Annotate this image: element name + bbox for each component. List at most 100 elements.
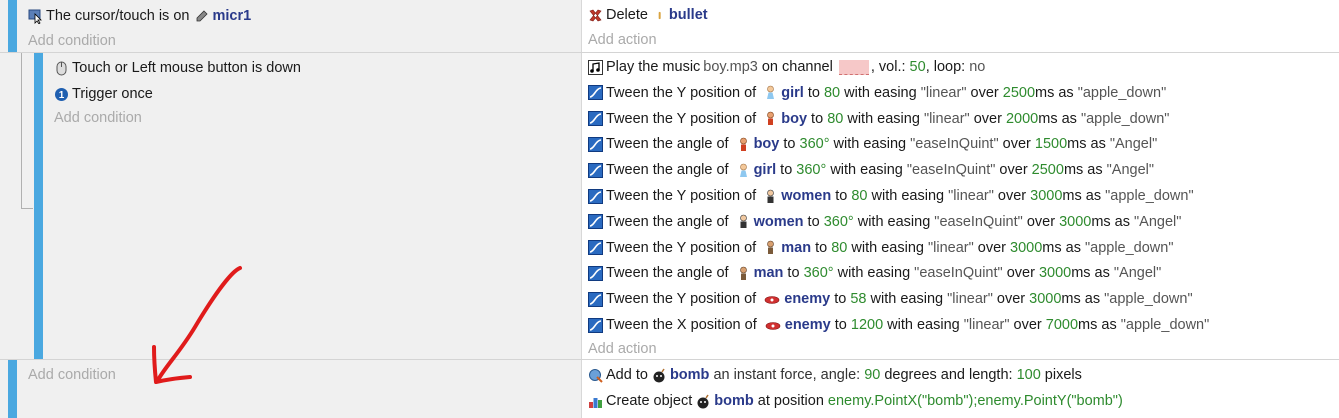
action-text: to: [830, 317, 851, 333]
action-text: over: [992, 291, 1030, 308]
action-tween[interactable]: Tween the angle of man to 360° with easi…: [582, 260, 1339, 286]
action-text: with easing: [826, 162, 907, 179]
action-tween[interactable]: Tween the Y position of man to 80 with e…: [582, 235, 1339, 261]
channel-placeholder[interactable]: [838, 59, 869, 75]
event-3-bar[interactable]: [8, 360, 17, 418]
position-expression: enemy.PointX("bomb");enemy.PointY("bomb"…: [827, 393, 1123, 409]
tween-tag: "Angel": [1134, 213, 1182, 230]
enemy-icon: [765, 321, 781, 330]
loop-value: no: [969, 59, 986, 75]
action-delete-verb: Delete: [606, 7, 648, 23]
event-1-bar[interactable]: [8, 0, 17, 52]
tween-tag: "Angel": [1113, 265, 1162, 282]
tween-object[interactable]: man: [754, 260, 784, 286]
action-object[interactable]: bomb: [714, 388, 753, 414]
tween-object[interactable]: enemy: [785, 312, 831, 338]
duration-value: 3000: [1059, 213, 1092, 230]
create-object-icon: [589, 397, 602, 408]
action-text: over: [995, 162, 1032, 179]
tween-object[interactable]: girl: [781, 80, 804, 106]
easing-value: "linear": [927, 239, 974, 256]
tween-object[interactable]: women: [781, 183, 831, 209]
event-1[interactable]: The cursor/touch is on micr1 Add conditi…: [0, 0, 1339, 52]
bomb-icon: [653, 368, 665, 382]
condition-text: Trigger once: [72, 86, 153, 102]
tween-icon: [588, 291, 603, 307]
action-text: Tween the Y position of: [606, 188, 761, 204]
tween-target-value: 80: [827, 110, 844, 127]
duration-value: 3000: [1030, 188, 1063, 204]
action-text: with easing: [853, 213, 935, 230]
action-text: to: [803, 213, 824, 230]
microphone-icon: [197, 9, 209, 21]
action-play-music[interactable]: Play the music boy.mp3 on channel , vol.…: [582, 54, 1339, 80]
action-object[interactable]: bomb: [670, 362, 709, 388]
action-text: over: [973, 239, 1011, 256]
action-text: with easing: [840, 84, 921, 101]
man-icon: [739, 266, 747, 280]
event-2-actions[interactable]: Play the music boy.mp3 on channel , vol.…: [581, 53, 1339, 359]
tween-tag: "apple_down": [1105, 188, 1194, 204]
action-text: ms as: [1071, 265, 1114, 282]
condition-object[interactable]: micr1: [212, 3, 251, 29]
music-file: boy.mp3: [703, 59, 758, 75]
tween-object[interactable]: enemy: [784, 286, 830, 312]
action-text: Tween the Y position of: [606, 291, 761, 308]
action-add-force[interactable]: Add to bomb an instant force, angle: 90 …: [582, 362, 1339, 388]
boy-icon: [739, 137, 747, 151]
action-tween[interactable]: Tween the Y position of girl to 80 with …: [582, 80, 1339, 106]
action-delete-object[interactable]: bullet: [669, 2, 708, 28]
event-2-bar[interactable]: [34, 53, 43, 359]
tween-icon: [588, 85, 603, 101]
action-text: ms as: [1078, 317, 1121, 333]
action-text: with easing: [833, 265, 915, 282]
action-text: ms as: [1042, 239, 1085, 256]
easing-value: "linear": [920, 84, 967, 101]
add-action-button[interactable]: Add action: [582, 27, 1339, 53]
action-tween[interactable]: Tween the Y position of enemy to 58 with…: [582, 286, 1339, 312]
tree-line-horizontal: [21, 208, 33, 209]
condition-mouse-down[interactable]: Touch or Left mouse button is down: [48, 55, 581, 81]
action-tween[interactable]: Tween the X position of enemy to 1200 wi…: [582, 312, 1339, 338]
easing-value: "linear": [963, 317, 1010, 333]
tween-object[interactable]: man: [781, 235, 811, 261]
easing-value: "easeInQuint": [914, 265, 1003, 282]
girl-icon: [767, 85, 775, 100]
action-tween[interactable]: Tween the Y position of boy to 80 with e…: [582, 106, 1339, 132]
volume-value: 50: [909, 59, 926, 75]
action-text: with easing: [883, 317, 964, 333]
girl-icon: [739, 163, 747, 177]
action-text: pixels: [1040, 367, 1082, 383]
action-tween[interactable]: Tween the Y position of women to 80 with…: [582, 183, 1339, 209]
tween-object[interactable]: girl: [754, 157, 777, 183]
tween-object[interactable]: women: [754, 209, 804, 235]
angle-value: 90: [864, 367, 881, 383]
tween-object[interactable]: boy: [781, 106, 807, 132]
condition-cursor-on[interactable]: The cursor/touch is on micr1: [22, 3, 581, 29]
boy-icon: [767, 111, 775, 126]
action-tween[interactable]: Tween the angle of boy to 360° with easi…: [582, 131, 1339, 157]
duration-value: 7000: [1045, 317, 1079, 333]
action-tween[interactable]: Tween the angle of women to 360° with ea…: [582, 209, 1339, 235]
event-1-conditions[interactable]: The cursor/touch is on micr1 Add conditi…: [22, 0, 581, 52]
add-condition-button[interactable]: Add condition: [22, 28, 581, 54]
tween-target-value: 80: [823, 84, 841, 101]
tween-object[interactable]: boy: [754, 131, 780, 157]
tween-target-value: 58: [850, 291, 867, 308]
event-3-conditions[interactable]: Add condition: [22, 360, 581, 418]
mouse-icon: [56, 61, 67, 75]
condition-trigger-once[interactable]: 1 Trigger once: [48, 81, 581, 107]
add-condition-button[interactable]: Add condition: [48, 105, 581, 131]
event-3-actions[interactable]: Add to bomb an instant force, angle: 90 …: [581, 360, 1339, 418]
duration-value: 2500: [1002, 84, 1036, 101]
action-create-object[interactable]: Create object bomb at position enemy.Poi…: [582, 388, 1339, 414]
condition-text: The cursor/touch is on: [46, 8, 190, 24]
event-1-actions[interactable]: Delete bullet Add action: [581, 0, 1339, 52]
man-icon: [767, 240, 775, 255]
action-text: over: [993, 188, 1031, 204]
action-text: ms as: [1091, 213, 1135, 230]
event-2-conditions[interactable]: Touch or Left mouse button is down 1 Tri…: [48, 53, 581, 359]
action-delete[interactable]: Delete bullet: [582, 2, 1339, 28]
add-condition-button[interactable]: Add condition: [22, 362, 581, 388]
action-tween[interactable]: Tween the angle of girl to 360° with eas…: [582, 157, 1339, 183]
